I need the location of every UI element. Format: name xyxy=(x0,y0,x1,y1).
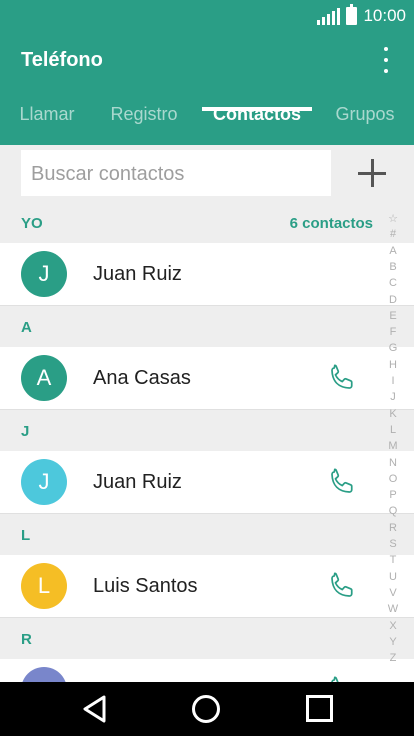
section-letter: L xyxy=(21,527,31,544)
contact-list[interactable]: YO 6 contactos J Juan Ruiz A A Ana Casas… xyxy=(0,202,414,682)
contact-row[interactable]: L Luis Santos xyxy=(0,555,414,618)
tab-label: Registro xyxy=(110,104,178,124)
tab-label: Llamar xyxy=(19,104,75,124)
tab-label: Grupos xyxy=(335,104,395,124)
phone-icon[interactable] xyxy=(326,570,358,602)
section-letter: A xyxy=(21,319,32,336)
index-letter[interactable]: Q xyxy=(384,505,402,517)
index-letter[interactable]: H xyxy=(384,359,402,371)
index-letter[interactable]: V xyxy=(384,587,402,599)
tab-registro[interactable]: Registro xyxy=(100,104,188,145)
avatar xyxy=(21,667,67,682)
signal-icon xyxy=(317,7,341,25)
status-icons: 10:00 xyxy=(317,4,406,27)
index-letter[interactable]: F xyxy=(384,326,402,338)
app-title: Teléfono xyxy=(21,49,103,71)
contact-name: Luis Santos xyxy=(93,575,198,597)
index-letter[interactable]: R xyxy=(384,522,402,534)
status-time: 10:00 xyxy=(363,6,406,25)
index-letter[interactable]: D xyxy=(384,294,402,306)
section-header-j: J xyxy=(0,410,414,451)
contact-row[interactable] xyxy=(0,659,414,682)
section-header-r: R xyxy=(0,618,414,659)
contact-name: Ana Casas xyxy=(93,367,191,389)
plus-icon[interactable] xyxy=(356,157,388,189)
index-letter[interactable]: Y xyxy=(384,636,402,648)
index-letter[interactable]: B xyxy=(384,261,402,273)
contact-row-me[interactable]: J Juan Ruiz xyxy=(0,243,414,306)
recent-apps-icon[interactable] xyxy=(306,695,333,722)
tab-llamar[interactable]: Llamar xyxy=(8,104,86,145)
index-letter[interactable]: U xyxy=(384,571,402,583)
index-letter[interactable]: J xyxy=(384,391,402,403)
navigation-bar xyxy=(0,682,414,736)
avatar: J xyxy=(21,459,67,505)
section-header-l: L xyxy=(0,514,414,555)
phone-icon[interactable] xyxy=(326,362,358,394)
search-input[interactable]: Buscar contactos xyxy=(21,150,331,196)
index-letter[interactable]: T xyxy=(384,554,402,566)
status-bar: 10:00 xyxy=(0,0,414,32)
contact-row[interactable]: J Juan Ruiz xyxy=(0,451,414,514)
index-letter[interactable]: N xyxy=(384,457,402,469)
index-letter[interactable]: Z xyxy=(384,652,402,664)
index-letter[interactable]: M xyxy=(384,440,402,452)
battery-icon xyxy=(346,4,358,25)
avatar: L xyxy=(21,563,67,609)
index-letter[interactable]: O xyxy=(384,473,402,485)
index-letter[interactable]: L xyxy=(384,424,402,436)
index-letter[interactable]: E xyxy=(384,310,402,322)
section-letter: R xyxy=(21,631,32,648)
alphabet-index[interactable]: ☆ # A B C D E F G H I J K L M N O P Q R S T U V W X Y Z xyxy=(384,212,402,672)
contact-count: 6 contactos xyxy=(289,215,373,232)
contact-name: Juan Ruiz xyxy=(93,263,182,285)
phone-icon[interactable] xyxy=(326,674,358,682)
index-letter[interactable]: A xyxy=(384,245,402,257)
app-bar: Teléfono Llamar Registro Contactos Grupo… xyxy=(0,32,414,145)
tab-indicator xyxy=(202,107,312,111)
index-letter[interactable]: C xyxy=(384,277,402,289)
index-letter[interactable]: # xyxy=(384,228,402,240)
index-letter[interactable]: X xyxy=(384,620,402,632)
section-letter: YO xyxy=(21,215,43,232)
avatar: A xyxy=(21,355,67,401)
index-letter[interactable]: ☆ xyxy=(384,212,402,225)
avatar: J xyxy=(21,251,67,297)
tab-grupos[interactable]: Grupos xyxy=(326,104,404,145)
more-vertical-icon[interactable] xyxy=(376,45,396,75)
phone-icon[interactable] xyxy=(326,466,358,498)
section-letter: J xyxy=(21,423,30,440)
home-icon[interactable] xyxy=(192,695,220,723)
section-header-a: A xyxy=(0,306,414,347)
back-icon[interactable] xyxy=(80,694,110,724)
search-row: Buscar contactos xyxy=(0,145,414,202)
contact-name: Juan Ruiz xyxy=(93,471,182,493)
index-letter[interactable]: K xyxy=(384,408,402,420)
contact-row[interactable]: A Ana Casas xyxy=(0,347,414,410)
index-letter[interactable]: W xyxy=(384,603,402,615)
index-letter[interactable]: P xyxy=(384,489,402,501)
index-letter[interactable]: S xyxy=(384,538,402,550)
index-letter[interactable]: G xyxy=(384,342,402,354)
section-header-yo: YO 6 contactos xyxy=(0,202,414,243)
index-letter[interactable]: I xyxy=(384,375,402,387)
search-placeholder: Buscar contactos xyxy=(31,163,185,185)
